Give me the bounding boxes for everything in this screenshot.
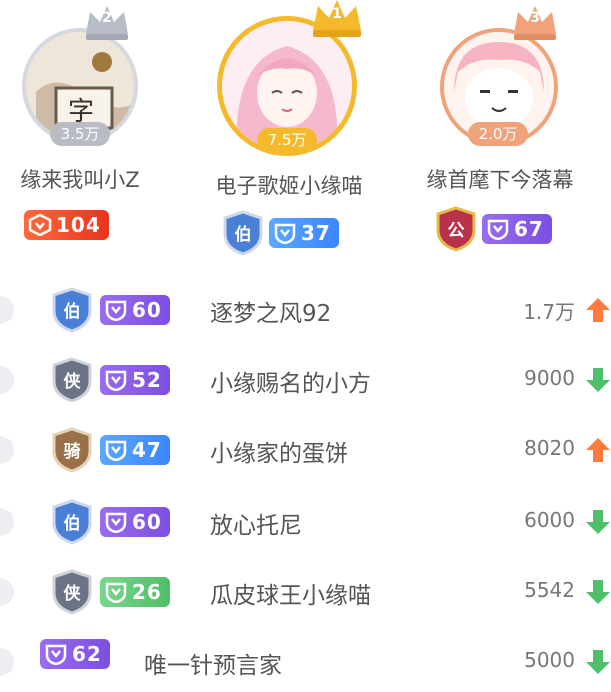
podium-rank-number: 3: [530, 10, 540, 26]
noble-rank-label: 伯: [63, 302, 81, 322]
list-item[interactable]: 骑 47 小缘家的蛋饼 8020: [0, 420, 611, 480]
user-name[interactable]: 逐梦之风92: [210, 294, 331, 328]
podium-third[interactable]: 3 2.0万 缘首麾下今落幕 公 67: [400, 0, 600, 260]
fan-level-value: 60: [132, 510, 162, 534]
list-item[interactable]: 侠 52 小缘赐名的小方 9000: [0, 350, 611, 410]
podium-score: 3.5万: [50, 122, 110, 146]
noble-rank-badge: 公: [434, 206, 478, 252]
fan-level-icon: [45, 644, 67, 665]
podium-score: 2.0万: [468, 122, 528, 146]
trend-down-icon: [586, 510, 610, 534]
fan-level-tag: 60: [100, 295, 170, 325]
noble-rank-label: 骑: [63, 442, 81, 462]
noble-rank-label: 侠: [63, 372, 81, 392]
noble-rank-badge: 骑: [50, 427, 94, 473]
list-item[interactable]: 伯 60 逐梦之风92 1.7万: [0, 280, 611, 340]
podium-badges: 公 67: [434, 206, 552, 252]
user-name[interactable]: 唯一针预言家: [144, 646, 282, 680]
user-score: 8020: [524, 436, 575, 460]
podium-second[interactable]: 字 2 3.5万 缘来我叫小Z 104: [0, 0, 180, 260]
trend-up-icon: [586, 438, 610, 462]
fan-level-value: 60: [132, 298, 162, 322]
fan-level-tag: 26: [100, 577, 170, 607]
list-item[interactable]: 伯 60 放心托尼 6000: [0, 492, 611, 552]
fan-level-tag: 104: [24, 210, 109, 240]
fan-level-icon: [105, 512, 127, 533]
rank-number-tab: [0, 508, 14, 536]
user-score: 9000: [524, 366, 575, 390]
podium-badges: 104: [24, 210, 109, 240]
noble-rank-label: 公: [447, 221, 465, 241]
podium-score: 7.5万: [257, 128, 317, 152]
podium-rank-number: 2: [102, 10, 112, 26]
list-item[interactable]: 侠 26 瓜皮球王小缘喵 5542: [0, 562, 611, 622]
fan-level-icon: [274, 223, 296, 244]
podium-name[interactable]: 电子歌姬小缘喵: [189, 170, 389, 200]
fan-level-icon: [105, 440, 127, 461]
fan-level-value: 47: [132, 438, 162, 462]
fan-level-value: 37: [301, 221, 331, 245]
fan-level-icon: [28, 214, 52, 236]
noble-rank-badge: 伯: [50, 287, 94, 333]
podium-rank-number: 1: [332, 6, 342, 22]
list-item[interactable]: 62 唯一针预言家 5000: [0, 632, 611, 692]
top-three-podium: 字 2 3.5万 缘来我叫小Z 104 1 7.5万 电子歌姬小缘喵 伯 37 …: [0, 0, 611, 260]
fan-level-tag: 62: [40, 639, 110, 669]
noble-rank-badge: 伯: [50, 499, 94, 545]
rank-number-tab: [0, 366, 14, 394]
user-score: 1.7万: [523, 300, 575, 324]
user-name[interactable]: 小缘赐名的小方: [210, 364, 371, 398]
fan-level-tag: 47: [100, 435, 170, 465]
rank-number-tab: [0, 648, 14, 676]
noble-rank-badge: 侠: [50, 357, 94, 403]
fan-level-tag: 60: [100, 507, 170, 537]
fan-level-value: 62: [72, 642, 102, 666]
podium-name[interactable]: 缘来我叫小Z: [0, 164, 180, 194]
rank-number-tab: [0, 436, 14, 464]
user-score: 5000: [524, 648, 575, 672]
trend-down-icon: [586, 368, 610, 392]
fan-level-value: 52: [132, 368, 162, 392]
user-score: 6000: [524, 508, 575, 532]
fan-level-icon: [105, 582, 127, 603]
noble-rank-badge: 侠: [50, 569, 94, 615]
noble-rank-label: 伯: [63, 514, 81, 534]
fan-level-icon: [105, 300, 127, 321]
noble-rank-badge: 伯: [221, 210, 265, 256]
fan-level-value: 67: [514, 217, 544, 241]
fan-level-value: 104: [56, 213, 101, 237]
fan-level-tag: 37: [269, 218, 339, 248]
fan-level-tag: 52: [100, 365, 170, 395]
rank-number-tab: [0, 296, 14, 324]
trend-down-icon: [586, 650, 610, 674]
rank-number-tab: [0, 578, 14, 606]
trend-down-icon: [586, 580, 610, 604]
podium-name[interactable]: 缘首麾下今落幕: [400, 164, 600, 194]
fan-level-icon: [105, 370, 127, 391]
fan-level-tag: 67: [482, 214, 552, 244]
trend-up-icon: [586, 298, 610, 322]
fan-level-icon: [487, 219, 509, 240]
user-name[interactable]: 瓜皮球王小缘喵: [210, 576, 371, 610]
user-score: 5542: [524, 578, 575, 602]
fan-level-value: 26: [132, 580, 162, 604]
user-name[interactable]: 小缘家的蛋饼: [210, 434, 348, 468]
podium-badges: 伯 37: [221, 210, 339, 256]
noble-rank-label: 伯: [234, 225, 252, 245]
user-name[interactable]: 放心托尼: [210, 506, 302, 540]
noble-rank-label: 侠: [63, 584, 81, 604]
podium-first[interactable]: 1 7.5万 电子歌姬小缘喵 伯 37: [189, 0, 389, 260]
